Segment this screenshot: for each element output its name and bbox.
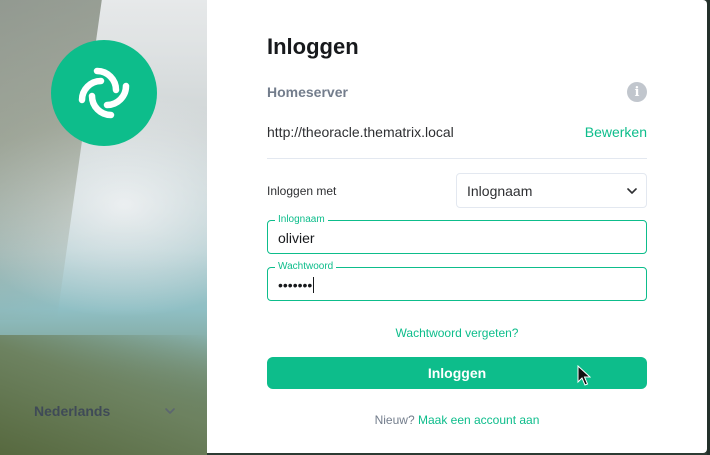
text-caret [313,277,315,293]
chevron-down-icon [627,187,637,194]
login-method-value: Inlognaam [467,182,533,199]
forgot-password-link[interactable]: Wachtwoord vergeten? [267,326,647,340]
page-title: Inloggen [267,34,359,59]
password-label: Wachtwoord [275,261,337,273]
signup-prefix: Nieuw? [374,413,415,427]
login-method-select[interactable]: Inlognaam [456,173,647,208]
username-value: olivier [278,230,315,246]
username-field[interactable]: Inlognaam olivier [267,214,647,254]
password-value-wrap: ••••••• [278,277,315,293]
login-dialog: Inloggen Homeserver i http://theoracle.t… [207,0,707,453]
divider [267,158,647,159]
password-value: ••••••• [278,277,313,293]
chevron-down-icon [165,408,175,414]
background-panel: Nederlands [0,0,207,455]
language-dropdown[interactable]: Nederlands [34,400,184,422]
element-logo-glyph [78,67,130,119]
password-field[interactable]: Wachtwoord ••••••• [267,261,647,301]
edit-homeserver-link[interactable]: Bewerken [582,124,647,140]
homeserver-label: Homeserver [267,84,348,100]
signup-footer: Nieuw? Maak een account aan [267,413,647,427]
info-icon[interactable]: i [627,82,647,102]
mouse-pointer-icon [577,365,591,386]
homeserver-url: http://theoracle.thematrix.local [267,124,454,140]
language-label: Nederlands [34,403,111,419]
background-shore [0,335,207,455]
create-account-link[interactable]: Maak een account aan [418,413,539,427]
username-label: Inlognaam [275,214,328,226]
login-with-label: Inloggen met [267,184,337,198]
element-logo-icon [51,40,157,146]
